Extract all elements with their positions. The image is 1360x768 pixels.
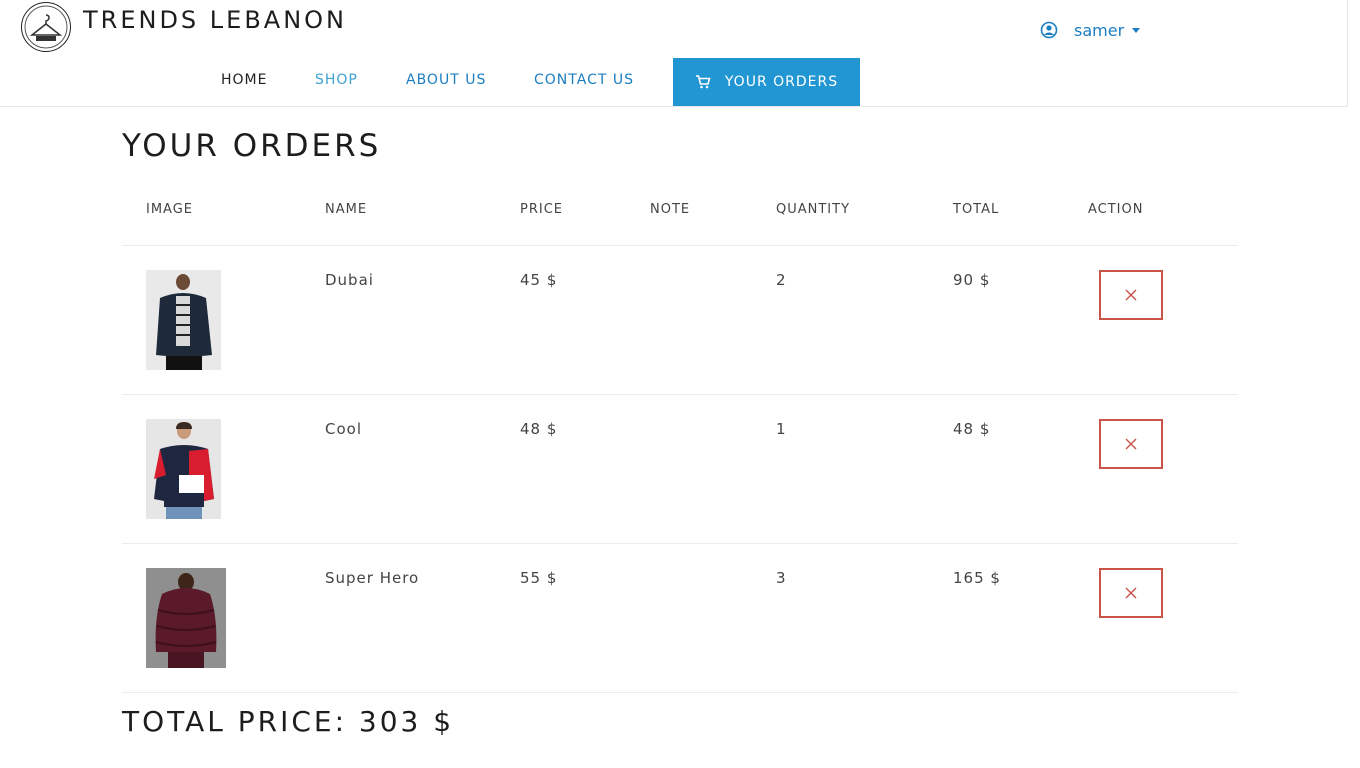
column-header-total: TOTAL <box>953 202 1000 217</box>
total-price: TOTAL PRICE: 303 $ <box>122 705 455 738</box>
column-header-image: IMAGE <box>146 202 194 217</box>
column-header-quantity: QUANTITY <box>776 202 851 217</box>
column-header-action: ACTION <box>1088 202 1144 217</box>
product-total: 48 $ <box>953 420 991 438</box>
user-menu[interactable]: samer <box>1040 19 1141 41</box>
nav-your-orders-button[interactable]: YOUR ORDERS <box>673 58 860 106</box>
nav-shop[interactable]: SHOP <box>315 72 358 88</box>
product-name: Dubai <box>325 271 374 289</box>
close-icon <box>1125 587 1137 599</box>
close-icon <box>1125 438 1137 450</box>
remove-item-button[interactable] <box>1099 568 1163 618</box>
product-price: 45 $ <box>520 271 558 289</box>
product-price: 55 $ <box>520 569 558 587</box>
table-row: Dubai 45 $ 2 90 $ <box>0 245 1360 394</box>
product-quantity: 1 <box>776 420 787 438</box>
nav-home[interactable]: HOME <box>221 72 267 88</box>
your-orders-label: YOUR ORDERS <box>724 74 839 90</box>
product-total: 165 $ <box>953 569 1001 587</box>
page-title: YOUR ORDERS <box>122 128 382 164</box>
product-image[interactable] <box>146 568 226 668</box>
user-name: samer <box>1074 20 1125 40</box>
product-quantity: 3 <box>776 569 787 587</box>
product-quantity: 2 <box>776 271 787 289</box>
nav-contact[interactable]: CONTACT US <box>534 72 634 88</box>
chevron-down-icon <box>1132 27 1141 33</box>
brand-name[interactable]: TRENDS LEBANON <box>83 6 347 34</box>
product-name: Cool <box>325 420 362 438</box>
column-header-name: NAME <box>325 202 368 217</box>
product-image[interactable] <box>146 419 221 519</box>
nav-about[interactable]: ABOUT US <box>406 72 486 88</box>
product-price: 48 $ <box>520 420 558 438</box>
remove-item-button[interactable] <box>1099 419 1163 469</box>
product-image[interactable] <box>146 270 221 370</box>
cart-icon <box>695 75 711 89</box>
site-header: TRENDS LEBANON samer HOME SHOP ABOUT US … <box>0 0 1348 107</box>
row-divider <box>122 692 1238 693</box>
table-row: Cool 48 $ 1 48 $ <box>0 394 1360 543</box>
remove-item-button[interactable] <box>1099 270 1163 320</box>
column-header-note: NOTE <box>650 202 691 217</box>
user-circle-icon <box>1040 21 1058 39</box>
column-header-price: PRICE <box>520 202 563 217</box>
hanger-logo-icon[interactable] <box>21 2 71 52</box>
close-icon <box>1125 289 1137 301</box>
product-total: 90 $ <box>953 271 991 289</box>
product-name: Super Hero <box>325 569 420 587</box>
table-row: Super Hero 55 $ 3 165 $ <box>0 543 1360 692</box>
